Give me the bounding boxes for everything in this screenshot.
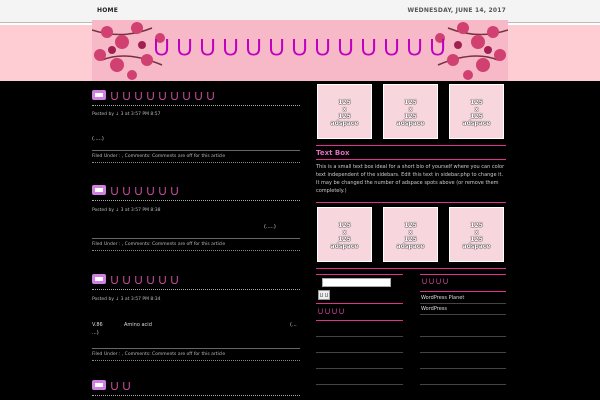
links-divider <box>420 384 506 385</box>
search-divider <box>316 303 403 304</box>
adspace-thumbnail[interactable]: 125 x 125 adspace <box>317 84 372 139</box>
links-divider <box>420 336 506 337</box>
text-box-widget: Text Box This is a small text box ideal … <box>316 147 506 195</box>
section-divider <box>316 336 403 337</box>
accent-divider <box>316 202 506 203</box>
text-box-heading: Text Box <box>316 149 350 157</box>
sidebar-right-title: ＵＵＵＵ <box>421 278 449 286</box>
post-filed-under: Filed Under : , Comments: Comments are o… <box>92 348 300 361</box>
adspace-caption: 125 x 125 adspace <box>396 99 425 127</box>
sidebar-link[interactable]: WordPress Planet <box>421 295 464 301</box>
post-title-row: ＵＵＵＵＵＵＵＵＵ <box>92 88 300 106</box>
accent-divider <box>316 268 506 269</box>
post-body-code: V.86 <box>92 322 103 328</box>
adspace-caption: 125 x 125 adspace <box>462 222 491 250</box>
section-divider <box>316 320 403 321</box>
post-icon <box>92 274 106 284</box>
search-divider <box>316 274 403 275</box>
post-filed-under: Filed Under : , Comments: Comments are o… <box>92 238 300 251</box>
adspace-thumbnail[interactable]: 125 x 125 adspace <box>383 84 438 139</box>
adspace-caption: 125 x 125 adspace <box>330 222 359 250</box>
post-filed-under: Filed Under : , Comments: Comments are o… <box>92 150 300 163</box>
adspace-row-top: 125 x 125 adspace 125 x 125 adspace 125 x 125 ads… <box>316 84 506 139</box>
post-icon <box>92 380 106 390</box>
post-meta: Posted by ↓ 3 at 3:57 PM 8:38 <box>92 208 161 213</box>
adspace-thumbnail[interactable]: 125 x 125 adspace <box>449 84 504 139</box>
search-button[interactable]: ＵＵ <box>318 290 330 300</box>
adspace-row-bottom: 125 x 125 adspace 125 x 125 adspace 125 x 125 ads… <box>316 207 506 262</box>
links-divider <box>420 368 506 369</box>
post-title[interactable]: ＵＵＵＵＵＵ <box>109 183 181 199</box>
post-body-more-cont: ...) <box>92 330 99 336</box>
post-body: (.....) <box>264 224 276 230</box>
adspace-caption: 125 x 125 adspace <box>462 99 491 127</box>
search-input[interactable] <box>322 278 391 287</box>
links-divider <box>420 314 506 315</box>
adspace-caption: 125 x 125 adspace <box>396 222 425 250</box>
post-meta: Posted by ↓ 3 at 3:57 PM 8:57 <box>92 112 161 117</box>
adspace-caption: 125 x 125 adspace <box>330 99 359 127</box>
post-icon <box>92 90 106 100</box>
sidebar-left-title: ＵＵＵＵ <box>317 308 345 316</box>
current-date: WEDNESDAY, JUNE 14, 2017 <box>407 7 506 14</box>
section-divider <box>316 368 403 369</box>
nav-home-link[interactable]: HOME <box>97 7 118 14</box>
adspace-thumbnail[interactable]: 125 x 125 adspace <box>383 207 438 262</box>
text-box-body: This is a small text box ideal for a sho… <box>316 159 506 195</box>
links-divider <box>420 291 506 292</box>
post-title[interactable]: ＵＵ <box>109 378 133 394</box>
post-meta: Posted by ↓ 3 at 3:57 PM 8:34 <box>92 297 161 302</box>
adspace-thumbnail[interactable]: 125 x 125 adspace <box>449 207 504 262</box>
post-body-more: (... <box>290 322 297 328</box>
site-title[interactable]: ＵＵＵＵＵＵＵＵＵＵＵＵＵ <box>92 30 508 62</box>
post-body-text: Amino acid <box>124 322 152 328</box>
post-title-row: ＵＵ <box>92 378 300 396</box>
links-divider <box>420 303 506 304</box>
post-title-row: ＵＵＵＵＵＵ <box>92 272 300 290</box>
post-body: (.....) <box>92 136 104 142</box>
section-divider <box>316 352 403 353</box>
post-title-row: ＵＵＵＵＵＵ <box>92 183 300 201</box>
post-icon <box>92 185 106 195</box>
links-divider <box>420 274 506 275</box>
adspace-thumbnail[interactable]: 125 x 125 adspace <box>317 207 372 262</box>
post-title[interactable]: ＵＵＵＵＵＵＵＵＵ <box>109 88 217 104</box>
header-banner: ＵＵＵＵＵＵＵＵＵＵＵＵＵ <box>92 20 508 81</box>
section-divider <box>316 384 403 385</box>
sidebar-link[interactable]: WordPress <box>421 306 447 312</box>
accent-divider <box>316 145 506 146</box>
post-title[interactable]: ＵＵＵＵＵＵ <box>109 272 181 288</box>
links-divider <box>420 352 506 353</box>
